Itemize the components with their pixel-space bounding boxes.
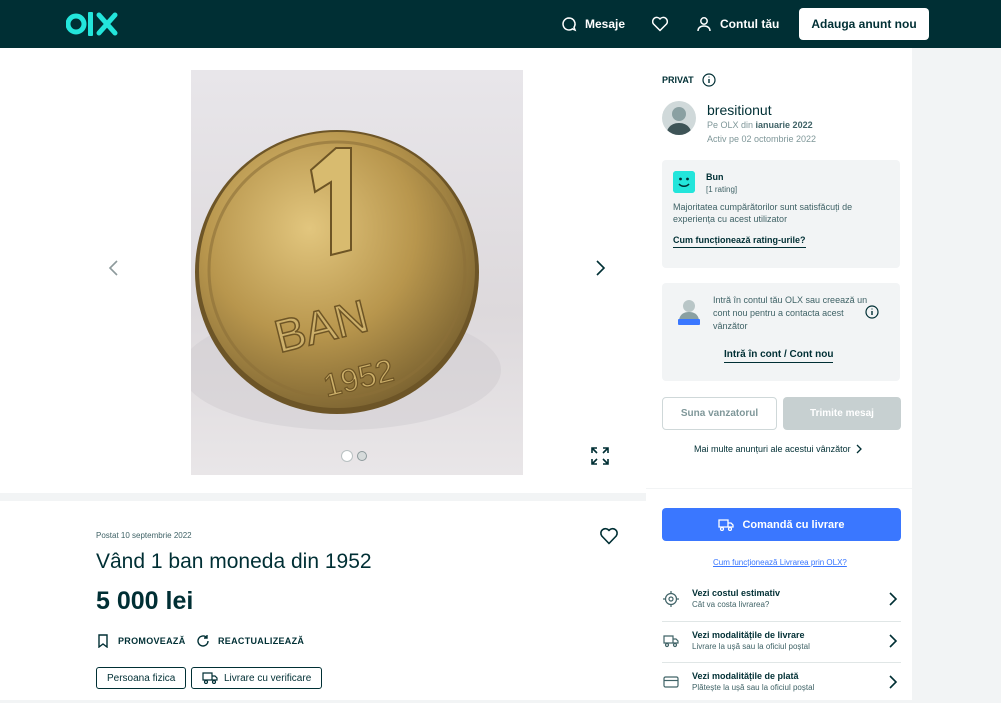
seller-type-label: PRIVAT xyxy=(662,75,694,85)
truck-icon xyxy=(718,518,735,531)
promote-button[interactable]: PROMOVEAZĂ xyxy=(96,634,186,648)
call-seller-button[interactable]: Suna vanzatorul xyxy=(662,397,777,430)
favorites-link[interactable] xyxy=(651,0,677,48)
gallery-dot[interactable] xyxy=(357,451,367,461)
heart-icon xyxy=(651,16,669,32)
seller-type: PRIVAT xyxy=(662,73,716,87)
tag-delivery[interactable]: Livrare cu verificare xyxy=(191,667,323,689)
target-icon xyxy=(663,591,679,607)
coin-image: BAN 1952 xyxy=(191,130,501,430)
chevron-right-icon[interactable] xyxy=(590,258,610,278)
avatar-icon xyxy=(666,107,692,135)
delivery-row-title: Vezi modalitățile de livrare xyxy=(692,630,805,640)
fullscreen-icon[interactable] xyxy=(591,447,609,465)
delivery-row-cost[interactable]: Vezi costul estimativ Cât va costa livra… xyxy=(662,580,901,621)
messages-label: Mesaje xyxy=(585,17,626,31)
truck-icon xyxy=(202,672,218,684)
seller-card: PRIVAT bresitionut Pe OLX din ianuarie 2… xyxy=(646,48,912,488)
send-message-button[interactable]: Trimite mesaj xyxy=(783,397,901,430)
order-with-delivery-button[interactable]: Comandă cu livrare xyxy=(662,508,901,541)
gallery-pagination xyxy=(342,451,367,461)
seller-name[interactable]: bresitionut xyxy=(707,102,772,118)
listing-photo[interactable]: BAN 1952 xyxy=(191,70,523,475)
chevron-left-icon[interactable] xyxy=(104,258,124,278)
refresh-label: REACTUALIZEAZĂ xyxy=(218,636,305,646)
user-icon xyxy=(697,17,711,32)
bookmark-icon xyxy=(98,634,108,648)
info-icon[interactable] xyxy=(702,73,716,87)
delivery-row-subtitle: Livrare la ușă sau la oficiul poștal xyxy=(692,642,810,651)
avatar[interactable] xyxy=(662,101,696,135)
chevron-right-icon xyxy=(889,592,898,606)
seller-member-since: Pe OLX din ianuarie 2022 xyxy=(707,120,813,130)
favorite-heart-icon[interactable] xyxy=(599,527,619,545)
rating-label: Bun xyxy=(706,172,724,182)
account-link[interactable]: Contul tău xyxy=(696,0,779,48)
chevron-right-icon xyxy=(889,634,898,648)
listing-price: 5 000 lei xyxy=(96,587,194,615)
delivery-info-link[interactable]: Cum funcționează Livrarea prin OLX? xyxy=(713,558,847,567)
olx-logo[interactable] xyxy=(66,9,122,39)
order-button-label: Comandă cu livrare xyxy=(742,518,845,531)
refresh-icon xyxy=(197,635,209,647)
more-seller-ads-link[interactable]: Mai multe anunțuri ale acestui vânzător xyxy=(694,444,863,454)
login-illustration-icon xyxy=(678,300,700,325)
rating-description: Majoritatea cumpărătorilor sunt satisfăc… xyxy=(673,202,853,224)
chevron-right-icon xyxy=(889,675,898,689)
post-ad-button[interactable]: Adauga anunt nou xyxy=(799,8,929,40)
info-icon[interactable] xyxy=(865,305,879,319)
refresh-button[interactable]: REACTUALIZEAZĂ xyxy=(196,634,304,648)
gallery-dot[interactable] xyxy=(342,451,352,461)
delivery-row-subtitle: Cât va costa livrarea? xyxy=(692,600,770,609)
credit-card-icon xyxy=(663,676,679,688)
listing-details: Postat 10 septembrie 2022 Vând 1 ban mon… xyxy=(0,501,646,700)
truck-icon xyxy=(663,635,679,648)
promote-label: PROMOVEAZĂ xyxy=(118,636,186,646)
delivery-row-payment[interactable]: Vezi modalitățile de plată Plătește la u… xyxy=(662,662,901,703)
login-prompt-text: Intră în contul tău OLX sau creează un c… xyxy=(713,295,868,331)
listing-title: Vând 1 ban moneda din 1952 xyxy=(96,550,372,573)
delivery-row-title: Vezi costul estimativ xyxy=(692,588,781,598)
more-ads-label: Mai multe anunțuri ale acestui vânzător xyxy=(694,444,851,454)
tag-seller-type[interactable]: Persoana fizica xyxy=(96,667,187,689)
tag-label: Persoana fizica xyxy=(107,672,176,684)
posted-date: Postat 10 septembrie 2022 xyxy=(96,531,192,540)
delivery-row-methods[interactable]: Vezi modalitățile de livrare Livrare la … xyxy=(662,621,901,662)
delivery-row-title: Vezi modalitățile de plată xyxy=(692,671,799,681)
delivery-card: Comandă cu livrare Cum funcționează Livr… xyxy=(646,489,912,700)
rating-count: [1 rating] xyxy=(706,185,738,194)
login-link[interactable]: Intră în cont / Cont nou xyxy=(724,349,834,363)
messages-link[interactable]: Mesaje xyxy=(561,0,625,48)
chat-bubble-icon xyxy=(562,17,577,32)
image-gallery: BAN 1952 xyxy=(0,48,646,493)
top-navigation-bar: Mesaje Contul tău Adauga anunt nou xyxy=(0,0,1001,48)
login-prompt-box: Intră în contul tău OLX sau creează un c… xyxy=(662,283,900,381)
smiley-icon xyxy=(673,171,695,193)
delivery-row-subtitle: Plătește la ușă sau la oficiul poștal xyxy=(692,683,815,692)
seller-last-active: Activ pe 02 octombrie 2022 xyxy=(707,134,817,144)
rating-info-link[interactable]: Cum funcționează rating-urile? xyxy=(673,235,806,248)
tag-label: Livrare cu verificare xyxy=(224,672,312,684)
chevron-right-icon xyxy=(856,444,862,454)
account-label: Contul tău xyxy=(720,17,780,31)
seller-rating-box: Bun [1 rating] Majoritatea cumpărătorilo… xyxy=(662,160,900,268)
